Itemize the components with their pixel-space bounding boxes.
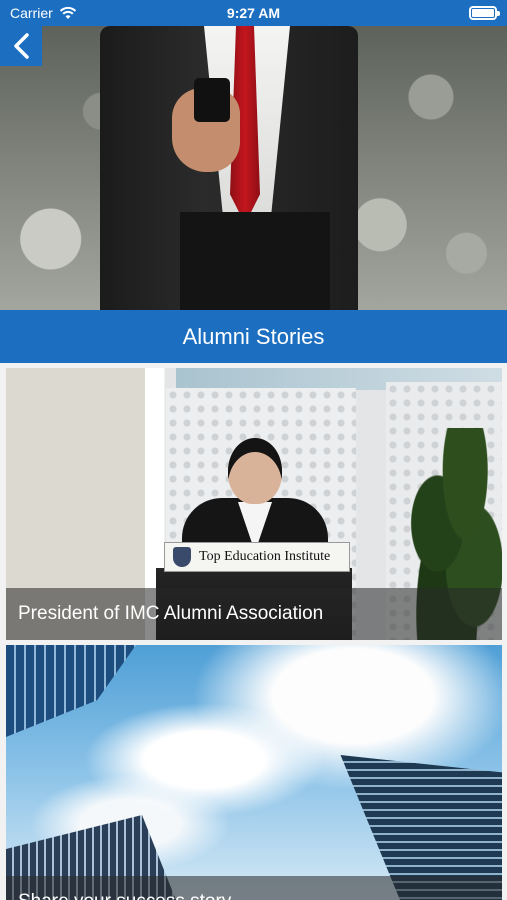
hero-image	[0, 26, 507, 310]
crest-icon	[173, 547, 191, 567]
story-caption-text: President of IMC Alumni Association	[18, 603, 324, 624]
wifi-icon	[59, 6, 76, 19]
carrier-label: Carrier	[10, 5, 53, 21]
story-card[interactable]: Top Education Institute President of IMC…	[6, 368, 502, 640]
story-card[interactable]: Share your success story	[6, 645, 502, 900]
battery-icon	[469, 6, 500, 20]
section-title: Alumni Stories	[182, 323, 325, 349]
section-header: Alumni Stories	[0, 310, 507, 363]
story-caption: Share your success story	[6, 876, 502, 900]
back-button[interactable]	[0, 26, 42, 66]
status-bar: Carrier 9:27 AM	[0, 0, 507, 26]
story-caption: President of IMC Alumni Association	[6, 588, 502, 640]
story-caption-text: Share your success story	[18, 891, 231, 900]
lectern-sign-text: Top Education Institute	[199, 549, 331, 564]
lectern-sign: Top Education Institute	[164, 542, 350, 572]
chevron-left-icon	[14, 33, 29, 59]
